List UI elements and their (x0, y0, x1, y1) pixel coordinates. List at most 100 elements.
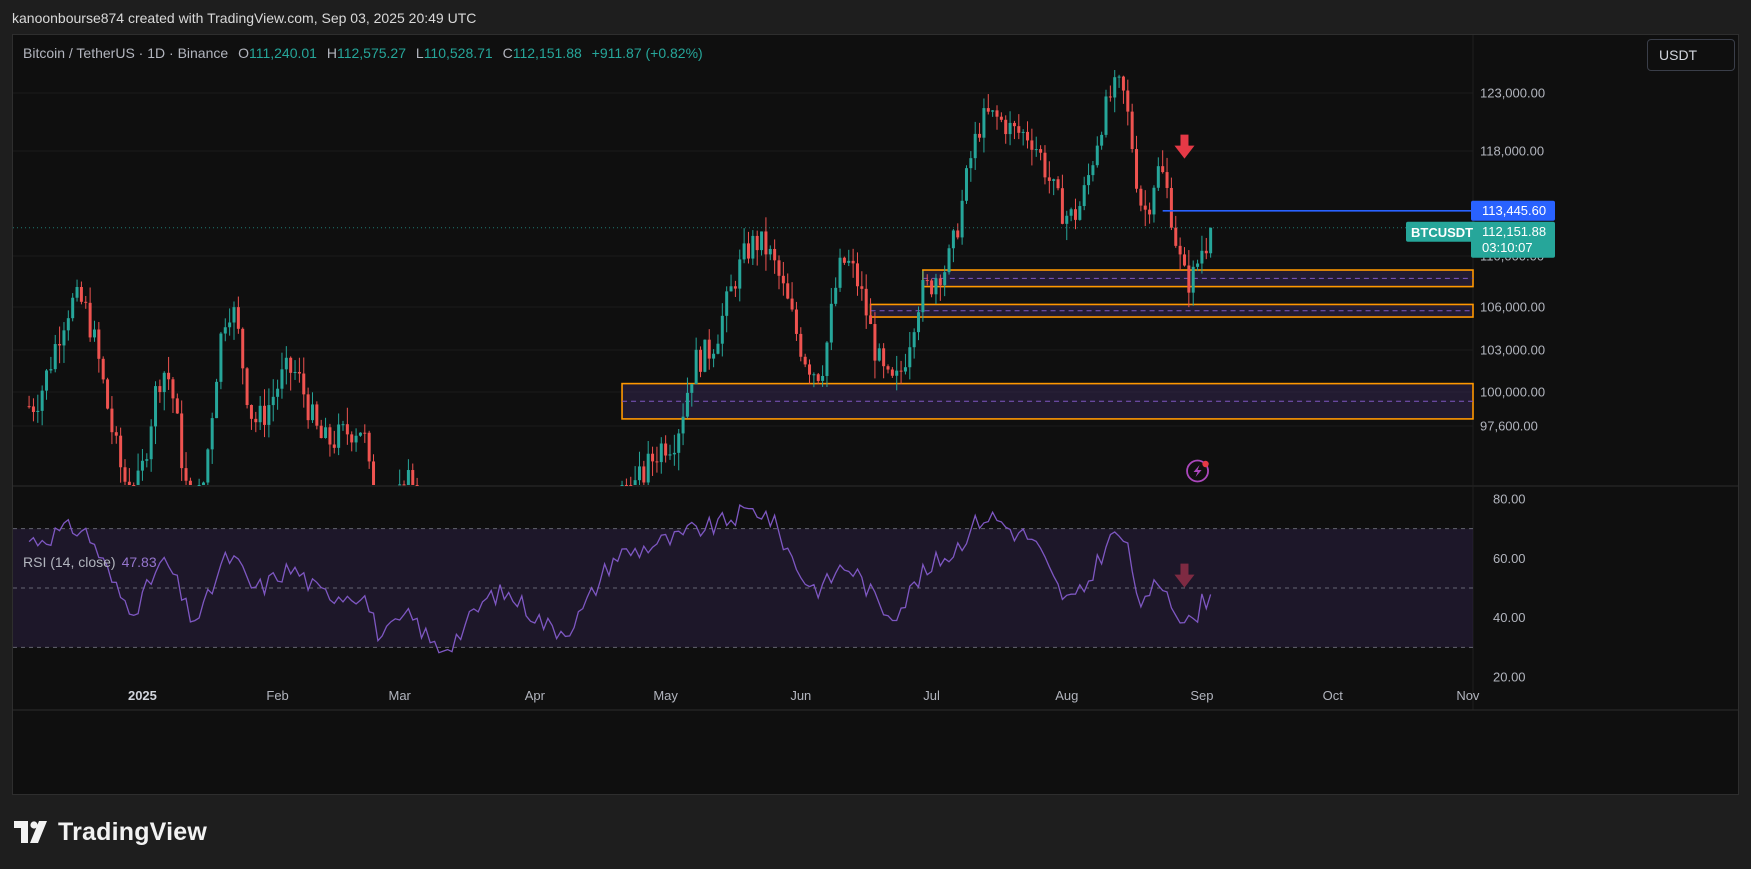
candle-body (620, 485, 624, 486)
currency-button[interactable]: USDT (1647, 39, 1735, 71)
last-price-tag: 112,151.8803:10:07 (1471, 221, 1555, 258)
candle-body (829, 303, 833, 343)
candle-body (350, 434, 354, 443)
candle-body (681, 416, 685, 434)
candle-body (864, 288, 868, 316)
candle-body (149, 426, 153, 460)
candle-body (302, 373, 306, 395)
tradingview-logo-icon (14, 821, 47, 843)
candle-body (1152, 187, 1156, 215)
candle-body (88, 302, 92, 338)
candle-body (1191, 266, 1195, 293)
candle-body (1182, 254, 1186, 266)
candle-body (1060, 188, 1064, 224)
candle-body (1100, 134, 1104, 146)
candle-body (978, 133, 982, 138)
candle-body (773, 248, 777, 261)
down-arrow-icon (1174, 134, 1195, 159)
close-label: C (502, 45, 513, 61)
candle-body (1204, 250, 1208, 254)
candle-body (1087, 175, 1091, 186)
candle-body (1209, 227, 1213, 254)
resistance-price-tag: 113,445.60 (1471, 200, 1555, 221)
chart-canvas[interactable]: 123,000.00118,000.00110,000.00106,000.00… (13, 35, 1738, 794)
candle-body (223, 327, 227, 334)
rsi-tick-label: 80.00 (1493, 492, 1526, 507)
candle-body (869, 315, 873, 325)
lightning-bolt-icon (1193, 465, 1202, 477)
candle-body (703, 339, 707, 372)
chart-credit: kanoonbourse874 created with TradingView… (12, 10, 477, 26)
candle-body (930, 280, 934, 295)
candle-body (938, 278, 942, 286)
candle-body (315, 404, 319, 426)
time-tick-label: Jul (923, 688, 940, 703)
candle-body (341, 424, 345, 426)
candle-body (75, 287, 79, 298)
candle-body (219, 333, 223, 382)
candle-body (646, 453, 650, 483)
candle-body (633, 480, 637, 485)
candle-body (258, 405, 262, 423)
candle-body (79, 287, 83, 302)
candle-body (245, 368, 249, 406)
candle-body (236, 307, 240, 329)
candle-body (201, 482, 205, 485)
candle-body (1047, 177, 1051, 181)
candle-body (890, 369, 894, 376)
low-value: 110,528.71 (423, 45, 493, 61)
candle-body (1130, 111, 1134, 150)
candle-body (1021, 131, 1025, 133)
candle-body (289, 357, 293, 373)
candle-body (1117, 76, 1121, 78)
candle-body (1165, 172, 1169, 188)
candle-body (899, 370, 903, 372)
candle-body (1034, 149, 1038, 151)
candle-body (1082, 185, 1086, 207)
candle-body (84, 301, 88, 303)
candle-body (838, 257, 842, 288)
candle-body (729, 286, 733, 292)
candle-body (995, 110, 999, 117)
time-tick-label: Jun (790, 688, 811, 703)
time-tick-label: 2025 (128, 688, 157, 703)
lightning-button[interactable] (1186, 459, 1209, 483)
candle-body (855, 263, 859, 287)
candle-body (751, 235, 755, 259)
candle-body (812, 374, 816, 376)
rsi-legend: RSI (14, close) 47.83 (23, 554, 157, 570)
candle-body (367, 432, 371, 462)
candle-body (629, 485, 633, 486)
candle-body (228, 322, 232, 328)
candle-body (372, 461, 376, 485)
candle-body (1148, 209, 1152, 215)
candle-body (31, 406, 35, 412)
rsi-tick-label: 40.00 (1493, 610, 1526, 625)
candle-body (816, 374, 820, 381)
candle-body (1174, 227, 1178, 246)
candle-body (1156, 166, 1160, 188)
price-tick-label: 97,600.00 (1480, 419, 1538, 434)
candle-body (337, 424, 341, 448)
chart-frame[interactable]: 123,000.00118,000.00110,000.00106,000.00… (12, 34, 1739, 795)
candle-body (415, 485, 419, 486)
candle-body (1073, 209, 1077, 220)
price-tick-label: 103,000.00 (1480, 343, 1545, 358)
candle-body (280, 369, 284, 389)
candle-body (71, 297, 75, 319)
candle-body (1056, 179, 1060, 189)
time-tick-label: Aug (1055, 688, 1078, 703)
candle-body (934, 278, 938, 295)
candle-body (768, 248, 772, 255)
candle-body (127, 481, 131, 485)
candle-body (781, 275, 785, 284)
candle-body (358, 432, 362, 436)
candle-body (319, 425, 323, 439)
candle-body (132, 485, 136, 486)
price-down-arrow (1174, 134, 1195, 159)
candle-body (284, 357, 288, 370)
high-label: H (326, 45, 337, 61)
candle-body (685, 392, 689, 417)
candle-body (1004, 119, 1008, 135)
candle-body (799, 333, 803, 357)
